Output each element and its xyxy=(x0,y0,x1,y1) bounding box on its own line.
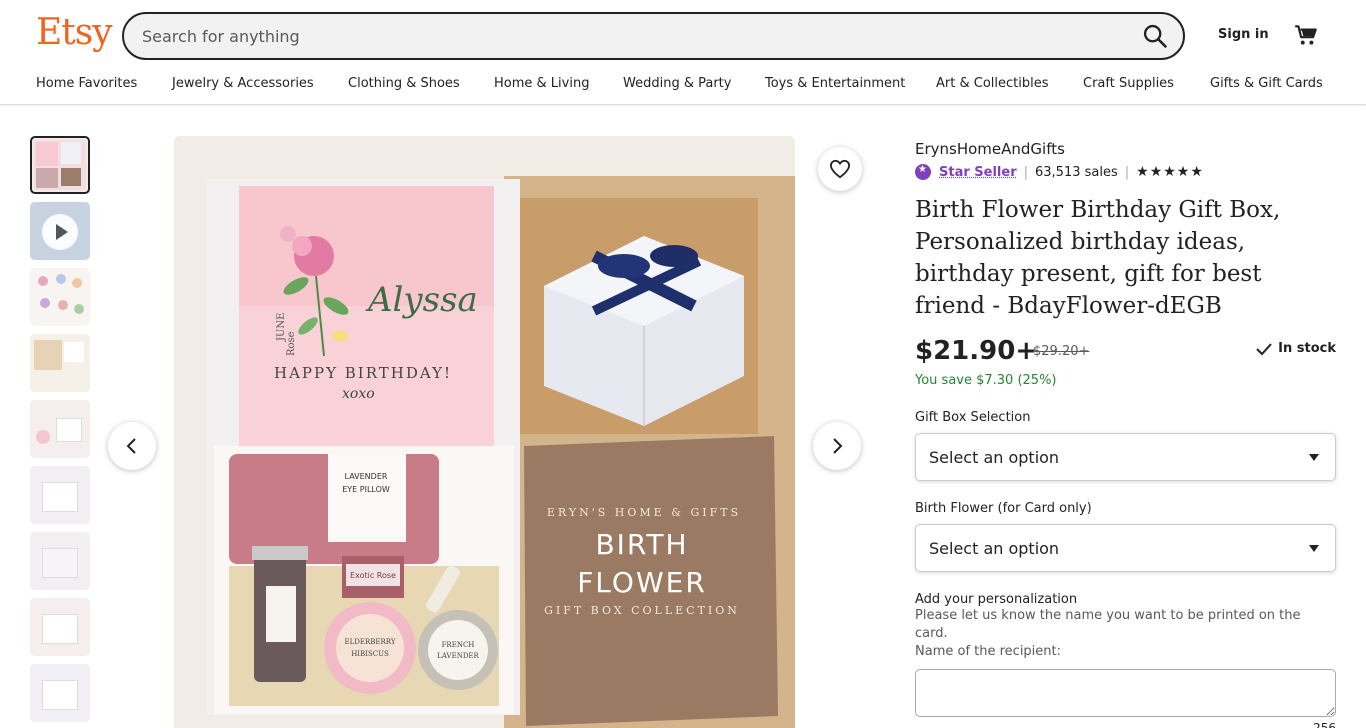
savings-text: You save $7.30 (25%) xyxy=(915,373,1057,388)
star-seller-icon xyxy=(915,164,931,180)
cart-icon xyxy=(1295,25,1317,45)
banner-subtitle: GIFT BOX COLLECTION xyxy=(544,604,740,617)
next-image-button[interactable] xyxy=(813,422,861,470)
thumbnail-4[interactable] xyxy=(30,334,90,392)
checkmark-icon xyxy=(1256,342,1272,355)
search-button[interactable] xyxy=(1141,22,1169,50)
search-icon xyxy=(1143,24,1167,48)
personalization-label: Add your personalization xyxy=(915,592,1078,607)
category-nav: Home Favorites Jewelry & Accessories Clo… xyxy=(0,70,1366,105)
category-gifts-gift-cards[interactable]: Gifts & Gift Cards xyxy=(1210,76,1330,91)
thumbnail-list xyxy=(30,136,90,728)
birth-flower-label: Birth Flower (for Card only) xyxy=(915,501,1092,516)
product-photo: Alyssa JUNE Rose HAPPY BIRTHDAY! xoxo LA… xyxy=(174,136,795,728)
personalization-hint: Please let us know the name you want to … xyxy=(915,608,1301,641)
thumbnail-6[interactable] xyxy=(30,466,90,524)
stock-label: In stock xyxy=(1278,341,1336,356)
original-price: $29.20+ xyxy=(1033,344,1090,359)
personalization-hint: Name of the recipient: xyxy=(915,644,1062,659)
candle-left-label-1: ELDERBERRY xyxy=(345,638,396,646)
pillow-label-1: LAVENDER xyxy=(345,472,388,481)
card-flower: Rose xyxy=(286,331,297,356)
banner-title-2: FLOWER xyxy=(577,566,707,599)
heart-icon xyxy=(829,159,851,179)
soap-label: Exotic Rose xyxy=(350,571,396,580)
site-header: Etsy Sign in xyxy=(0,0,1366,70)
thumbnail-5[interactable] xyxy=(30,400,90,458)
category-toys-entertainment[interactable]: Toys & Entertainment xyxy=(765,76,936,91)
sign-in-link[interactable]: Sign in xyxy=(1218,27,1269,42)
category-wedding-party[interactable]: Wedding & Party xyxy=(623,76,765,91)
star-seller-link[interactable]: Star Seller xyxy=(939,165,1017,180)
shop-name-link[interactable]: ErynsHomeAndGifts xyxy=(915,140,1336,158)
chevron-left-icon xyxy=(126,438,136,454)
personalization-textarea[interactable] xyxy=(915,669,1336,717)
candle-right-label-1: FRENCH xyxy=(442,641,475,649)
banner-brand: ERYN'S HOME & GIFTS xyxy=(547,506,741,519)
card-signoff: xoxo xyxy=(342,386,375,402)
category-clothing-shoes[interactable]: Clothing & Shoes xyxy=(348,76,494,91)
character-counter: 256 xyxy=(1313,721,1336,728)
thumbnail-9[interactable] xyxy=(30,664,90,722)
sales-count: 63,513 sales xyxy=(1035,164,1118,180)
birth-flower-dropdown[interactable]: Select an option xyxy=(915,524,1336,572)
divider: | xyxy=(1124,164,1130,180)
price-row: $21.90+ $29.20+ In stock xyxy=(915,336,1336,370)
product-info-panel: ErynsHomeAndGifts Star Seller | 63,513 s… xyxy=(915,136,1336,728)
search-bar xyxy=(122,12,1185,60)
caret-down-icon xyxy=(1309,454,1319,461)
seller-info-row: Star Seller | 63,513 sales | ★★★★★ xyxy=(915,164,1336,180)
etsy-logo[interactable]: Etsy xyxy=(36,12,113,53)
price: $21.90+ xyxy=(915,336,1038,366)
category-home-living[interactable]: Home & Living xyxy=(494,76,623,91)
divider: | xyxy=(1023,164,1028,180)
play-icon xyxy=(42,214,78,250)
candle-right-label-2: LAVENDER xyxy=(437,652,479,660)
card-greeting: HAPPY BIRTHDAY! xyxy=(274,364,452,382)
previous-image-button[interactable] xyxy=(108,422,156,470)
thumbnail-7[interactable] xyxy=(30,532,90,590)
gift-box-selection-label: Gift Box Selection xyxy=(915,410,1031,425)
thumbnail-video[interactable] xyxy=(30,202,90,260)
category-home-favorites[interactable]: Home Favorites xyxy=(36,76,172,91)
search-input[interactable] xyxy=(142,14,1102,58)
caret-down-icon xyxy=(1309,545,1319,552)
product-title: Birth Flower Birthday Gift Box, Personal… xyxy=(915,197,1281,319)
thumbnail-3[interactable] xyxy=(30,268,90,326)
dropdown-value: Select an option xyxy=(929,448,1060,467)
dropdown-value: Select an option xyxy=(929,539,1060,558)
pillow-label-2: EYE PILLOW xyxy=(342,485,390,494)
card-name: Alyssa xyxy=(365,280,478,320)
favorite-button[interactable] xyxy=(818,147,862,191)
chevron-right-icon xyxy=(833,438,843,454)
cart-button[interactable] xyxy=(1293,22,1319,48)
category-jewelry-accessories[interactable]: Jewelry & Accessories xyxy=(172,76,348,91)
gift-box-selection-dropdown[interactable]: Select an option xyxy=(915,433,1336,481)
rating-stars[interactable]: ★★★★★ xyxy=(1136,164,1204,180)
product-main-image[interactable]: Alyssa JUNE Rose HAPPY BIRTHDAY! xoxo LA… xyxy=(174,136,795,728)
category-craft-supplies[interactable]: Craft Supplies xyxy=(1083,76,1210,91)
stock-status: In stock xyxy=(1255,341,1336,356)
banner-title-1: BIRTH xyxy=(595,528,688,561)
category-art-collectibles[interactable]: Art & Collectibles xyxy=(936,76,1083,91)
thumbnail-1[interactable] xyxy=(30,136,90,194)
thumbnail-8[interactable] xyxy=(30,598,90,656)
candle-left-label-2: HIBISCUS xyxy=(351,650,389,658)
